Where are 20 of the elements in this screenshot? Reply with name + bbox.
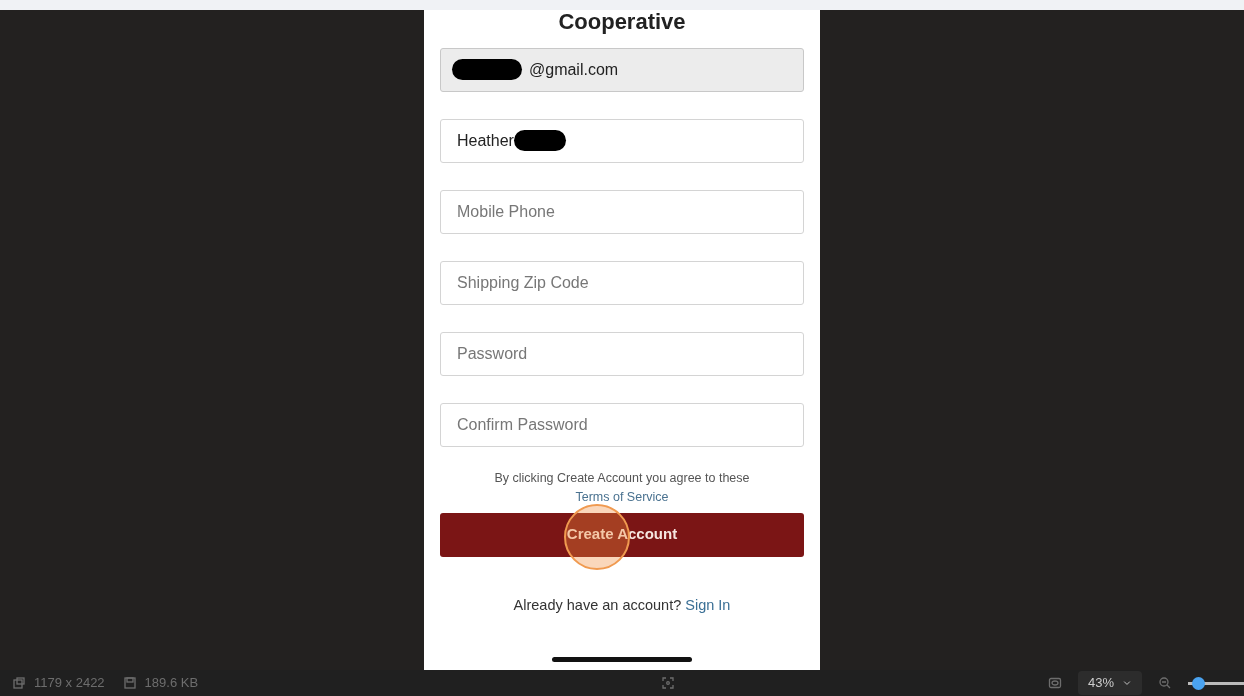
capture-icon[interactable] <box>661 676 676 690</box>
sign-in-link[interactable]: Sign In <box>685 596 731 613</box>
agreement-text: By clicking Create Account you agree to these <box>494 470 750 487</box>
app-title: Cooperative <box>558 10 686 34</box>
zoom-out-icon[interactable] <box>1158 676 1172 690</box>
redaction-mark <box>452 59 522 80</box>
input-field[interactable]: Heather <box>440 119 804 163</box>
image-size-icon <box>12 676 26 690</box>
signin-prompt: Already have an account? <box>513 596 682 613</box>
zoom-dropdown[interactable]: 43% <box>1077 671 1142 695</box>
redaction-mark <box>514 130 566 151</box>
file-size: 189.6 KB <box>144 674 199 693</box>
image-dimensions: 1179 x 2422 <box>34 674 105 693</box>
fit-screen-icon[interactable] <box>1047 676 1062 690</box>
input-field[interactable]: Confirm Password <box>440 403 804 447</box>
terms-link[interactable]: Terms of Service <box>575 487 669 507</box>
input-field[interactable]: Shipping Zip Code <box>440 261 804 305</box>
input-field[interactable]: Password <box>440 332 804 376</box>
slider-thumb[interactable] <box>1192 676 1206 690</box>
input-field[interactable]: Mobile Phone <box>440 190 804 234</box>
